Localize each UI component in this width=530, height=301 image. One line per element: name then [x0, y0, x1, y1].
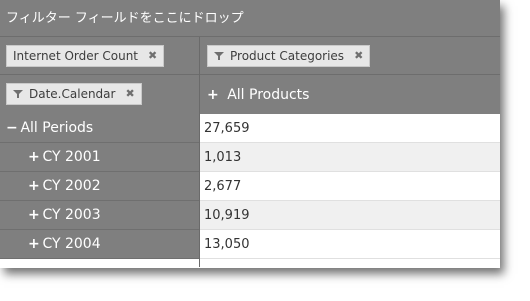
filter-icon[interactable]: [13, 89, 23, 99]
row-header-label: CY 2003: [42, 207, 101, 223]
row-header-all-periods[interactable]: − All Periods: [0, 114, 199, 143]
expand-icon[interactable]: +: [28, 143, 40, 172]
close-icon[interactable]: ✖: [125, 84, 134, 104]
row-header-label: CY 2004: [42, 236, 101, 252]
filter-drop-placeholder: フィルター フィールドをここにドロップ: [6, 11, 244, 26]
pivot-grid: フィルター フィールドをここにドロップ Internet Order Count…: [0, 0, 500, 268]
filter-icon[interactable]: [214, 51, 224, 61]
row-header-cy-2001[interactable]: + CY 2001: [0, 143, 199, 172]
close-icon[interactable]: ✖: [354, 46, 363, 66]
measure-chip-internet-order-count[interactable]: Internet Order Count ✖: [6, 45, 165, 67]
row-header-cy-2004[interactable]: + CY 2004: [0, 230, 199, 259]
row-header-label: CY 2001: [42, 149, 101, 165]
collapse-icon[interactable]: −: [6, 114, 18, 143]
column-field-chip-product-categories[interactable]: Product Categories ✖: [207, 45, 371, 67]
row-field-chip-date-calendar[interactable]: Date.Calendar ✖: [6, 83, 142, 105]
data-cell[interactable]: 27,659: [200, 114, 500, 143]
data-cell[interactable]: 1,013: [200, 143, 500, 172]
row-field-chip-label: Date.Calendar: [29, 87, 116, 101]
column-field-chip-label: Product Categories: [230, 49, 345, 63]
row-header-label: All Periods: [20, 120, 94, 136]
data-cell[interactable]: 13,050: [200, 230, 500, 259]
expand-icon[interactable]: +: [28, 201, 40, 230]
filter-drop-area[interactable]: フィルター フィールドをここにドロップ: [0, 0, 500, 37]
column-header-label: All Products: [227, 87, 310, 103]
measure-chip-label: Internet Order Count: [13, 49, 139, 63]
expand-icon[interactable]: +: [28, 172, 40, 201]
row-header-label: CY 2002: [42, 178, 101, 194]
column-divider: [199, 37, 200, 267]
expand-icon[interactable]: +: [28, 230, 40, 259]
row-header-cy-2003[interactable]: + CY 2003: [0, 201, 199, 230]
column-header-all-products[interactable]: + All Products: [207, 86, 309, 104]
data-cell[interactable]: 10,919: [200, 201, 500, 230]
row-header-cy-2002[interactable]: + CY 2002: [0, 172, 199, 201]
measures-and-columns-area: Internet Order Count ✖ Product Categorie…: [0, 37, 500, 75]
expand-icon[interactable]: +: [207, 87, 219, 103]
close-icon[interactable]: ✖: [148, 46, 157, 66]
data-cell[interactable]: 2,677: [200, 172, 500, 201]
